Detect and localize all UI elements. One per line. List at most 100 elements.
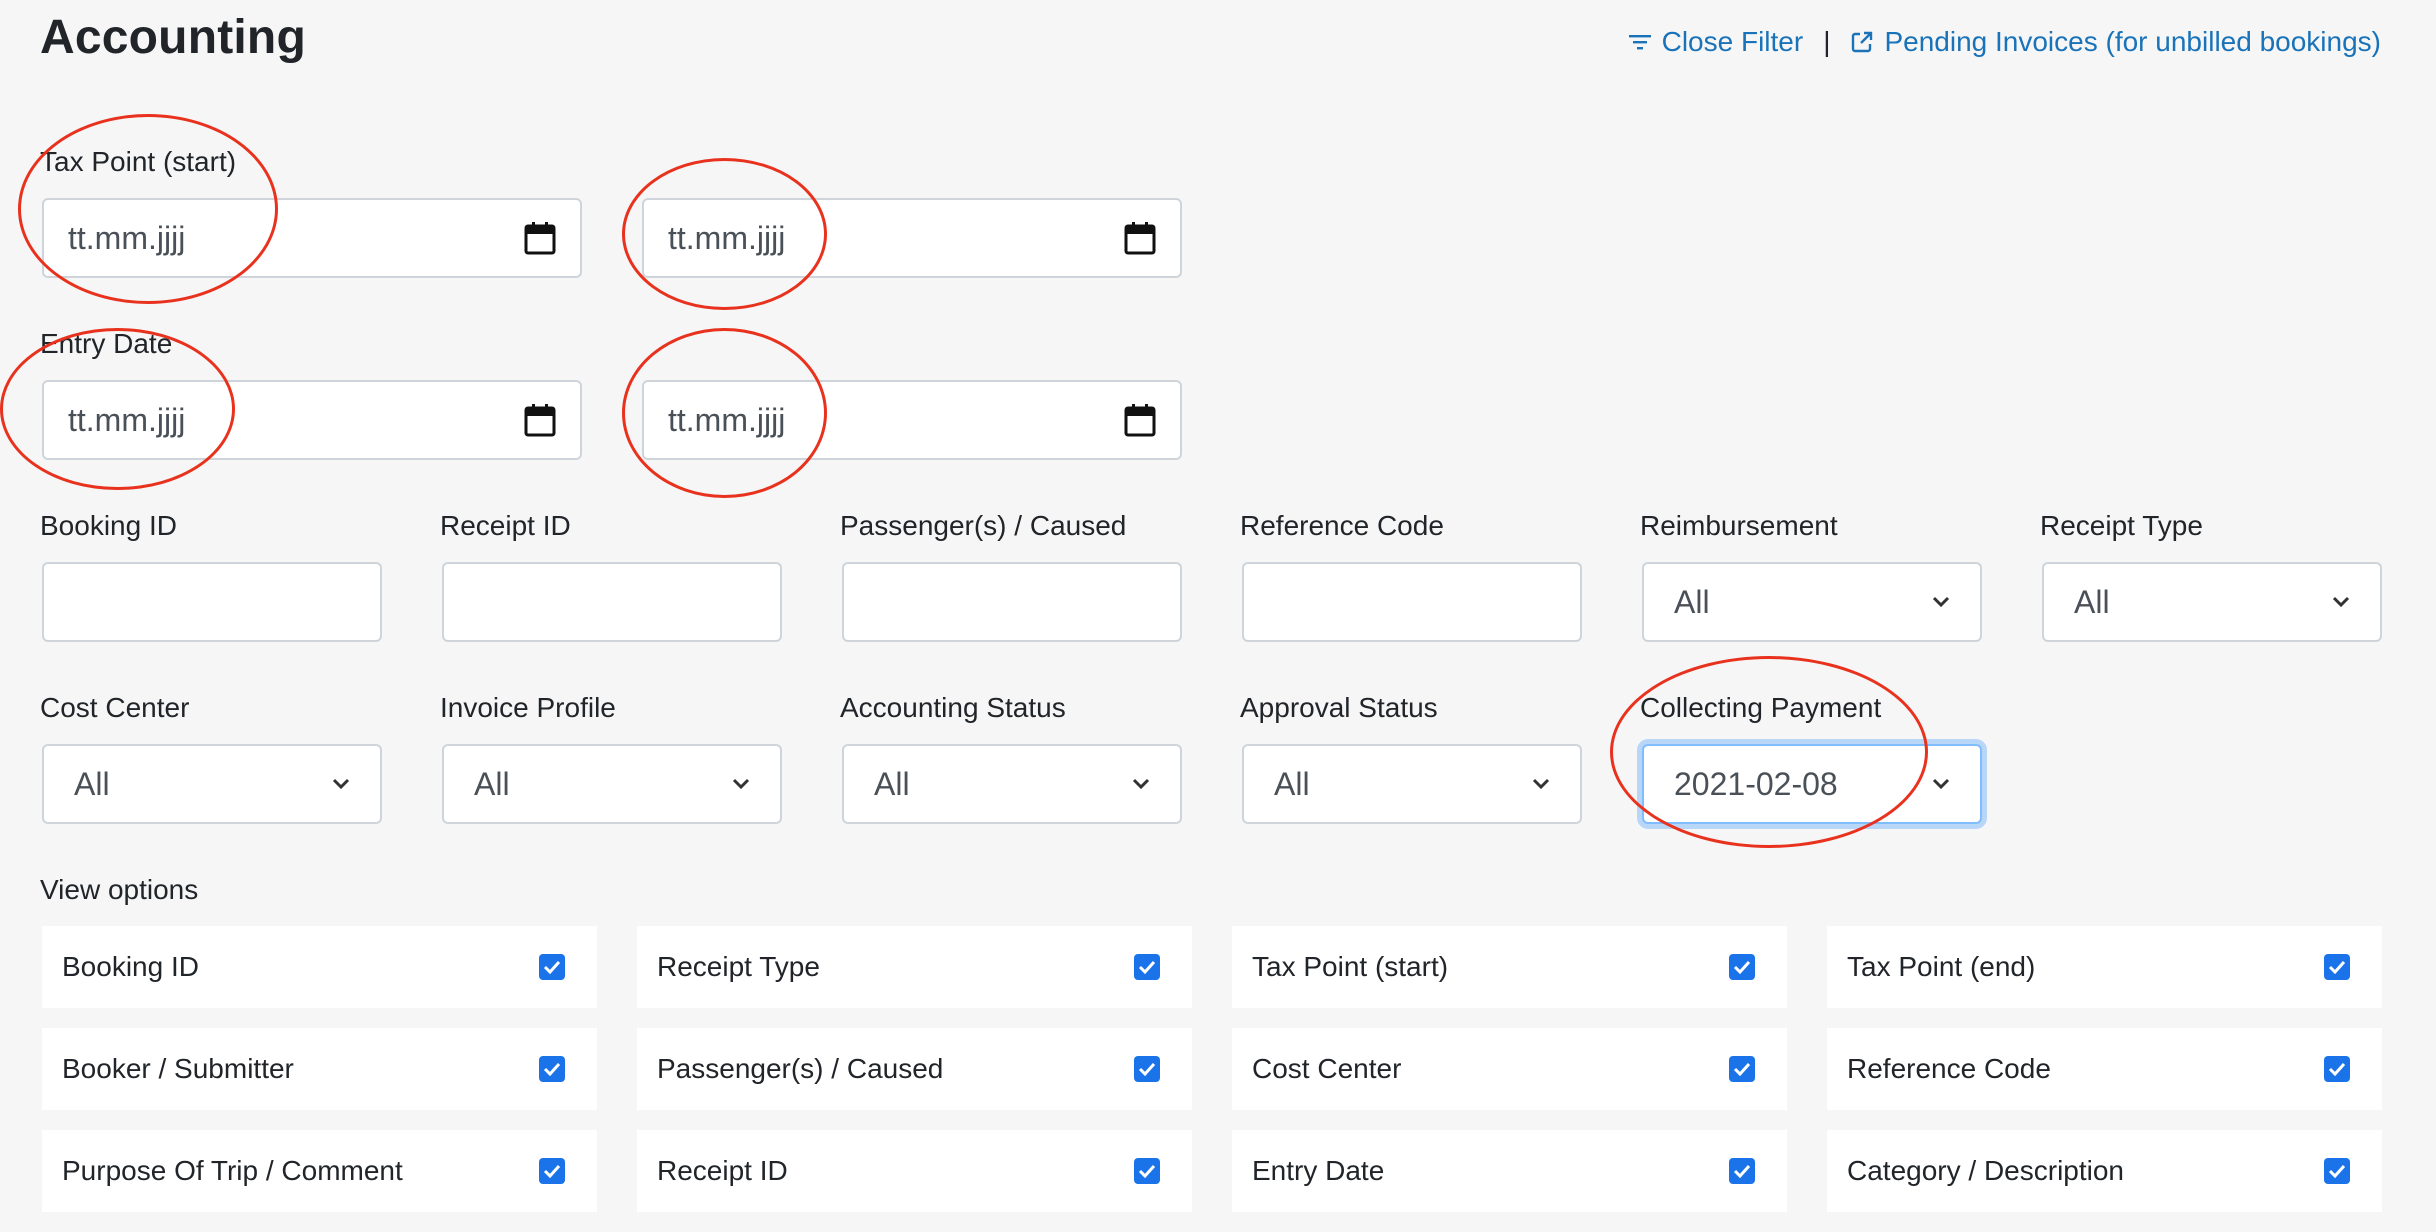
checkmark-icon <box>1138 960 1156 974</box>
view-option-checkbox[interactable] <box>2324 1158 2350 1184</box>
entry-date-label: Entry Date <box>40 328 173 359</box>
view-option-checkbox[interactable] <box>1729 1158 1755 1184</box>
close-filter-link[interactable]: Close Filter <box>1628 26 1804 58</box>
view-option-receipt-type[interactable]: Receipt Type <box>637 926 1192 1008</box>
booking-id-input[interactable] <box>42 562 382 642</box>
booking-id-label: Booking ID <box>40 510 177 541</box>
chevron-down-icon <box>1132 778 1150 790</box>
collecting-payment-label: Collecting Payment <box>1640 692 1882 723</box>
chevron-down-icon <box>1532 778 1550 790</box>
view-option-booking-id[interactable]: Booking ID <box>42 926 597 1008</box>
header-separator: | <box>1823 26 1831 57</box>
calendar-icon[interactable] <box>524 221 556 255</box>
view-option-checkbox[interactable] <box>539 954 565 980</box>
checkmark-icon <box>1733 1164 1751 1178</box>
calendar-icon[interactable] <box>524 403 556 437</box>
view-option-receipt-id[interactable]: Receipt ID <box>637 1130 1192 1212</box>
view-option-label: Category / Description <box>1847 1155 2125 1186</box>
view-option-label: Receipt ID <box>657 1155 788 1186</box>
approval-status-select[interactable]: All <box>1242 744 1582 824</box>
view-option-label: Tax Point (end) <box>1847 951 2036 982</box>
header-links: Close Filter | Pending Invoices (for unb… <box>1628 26 2381 58</box>
checkmark-icon <box>543 1062 561 1076</box>
reference-code-input[interactable] <box>1242 562 1582 642</box>
receipt-type-label: Receipt Type <box>2040 510 2203 541</box>
invoice-profile-value: All <box>474 765 510 802</box>
checkmark-icon <box>543 960 561 974</box>
checkmark-icon <box>2328 960 2346 974</box>
view-option-checkbox[interactable] <box>1729 1056 1755 1082</box>
checkmark-icon <box>1138 1164 1156 1178</box>
view-option-checkbox[interactable] <box>1134 1158 1160 1184</box>
view-option-label: Entry Date <box>1252 1155 1385 1186</box>
collecting-payment-value: 2021-02-08 <box>1674 765 1838 802</box>
accounting-status-select[interactable]: All <box>842 744 1182 824</box>
view-option-passengers[interactable]: Passenger(s) / Caused <box>637 1028 1192 1110</box>
view-option-checkbox[interactable] <box>1729 954 1755 980</box>
tax-point-start-input[interactable]: tt.mm.jjjj <box>42 198 582 278</box>
checkmark-icon <box>2328 1164 2346 1178</box>
view-option-checkbox[interactable] <box>2324 954 2350 980</box>
chevron-down-icon <box>732 778 750 790</box>
collecting-payment-select[interactable]: 2021-02-08 <box>1642 744 1982 824</box>
view-option-cost-center[interactable]: Cost Center <box>1232 1028 1787 1110</box>
tax-point-label: Tax Point (start) <box>40 146 237 177</box>
page-title: Accounting <box>40 11 306 64</box>
chevron-down-icon <box>2332 596 2350 608</box>
calendar-icon[interactable] <box>1124 403 1156 437</box>
view-option-category-description[interactable]: Category / Description <box>1827 1130 2382 1212</box>
chevron-down-icon <box>332 778 350 790</box>
checkmark-icon <box>1138 1062 1156 1076</box>
pending-invoices-link[interactable]: Pending Invoices (for unbilled bookings) <box>1850 26 2381 58</box>
reference-code-label: Reference Code <box>1240 510 1444 541</box>
view-option-checkbox[interactable] <box>2324 1056 2350 1082</box>
cost-center-select[interactable]: All <box>42 744 382 824</box>
cost-center-label: Cost Center <box>40 692 190 723</box>
view-option-label: Purpose Of Trip / Comment <box>62 1155 403 1186</box>
tax-point-end-placeholder: tt.mm.jjjj <box>668 219 786 256</box>
view-option-label: Passenger(s) / Caused <box>657 1053 944 1084</box>
view-option-checkbox[interactable] <box>539 1056 565 1082</box>
reimbursement-label: Reimbursement <box>1640 510 1838 541</box>
invoice-profile-select[interactable]: All <box>442 744 782 824</box>
accounting-status-value: All <box>874 765 910 802</box>
view-option-label: Reference Code <box>1847 1053 2051 1084</box>
chevron-down-icon <box>1932 778 1950 790</box>
view-option-tax-point-end[interactable]: Tax Point (end) <box>1827 926 2382 1008</box>
view-option-purpose-of-trip[interactable]: Purpose Of Trip / Comment <box>42 1130 597 1212</box>
receipt-id-input[interactable] <box>442 562 782 642</box>
view-option-reference-code[interactable]: Reference Code <box>1827 1028 2382 1110</box>
pending-invoices-label: Pending Invoices (for unbilled bookings) <box>1884 26 2381 57</box>
view-option-booker-submitter[interactable]: Booker / Submitter <box>42 1028 597 1110</box>
accounting-status-label: Accounting Status <box>840 692 1066 723</box>
chevron-down-icon <box>1932 596 1950 608</box>
receipt-type-select[interactable]: All <box>2042 562 2382 642</box>
view-option-label: Receipt Type <box>657 951 820 982</box>
checkmark-icon <box>2328 1062 2346 1076</box>
view-option-label: Booking ID <box>62 951 199 982</box>
checkmark-icon <box>1733 1062 1751 1076</box>
view-option-checkbox[interactable] <box>1134 1056 1160 1082</box>
entry-date-start-input[interactable]: tt.mm.jjjj <box>42 380 582 460</box>
calendar-icon[interactable] <box>1124 221 1156 255</box>
external-link-icon <box>1850 30 1874 54</box>
passengers-input[interactable] <box>842 562 1182 642</box>
close-filter-label: Close Filter <box>1661 26 1804 57</box>
tax-point-start-placeholder: tt.mm.jjjj <box>68 219 186 256</box>
view-option-entry-date[interactable]: Entry Date <box>1232 1130 1787 1212</box>
entry-date-end-input[interactable]: tt.mm.jjjj <box>642 380 1182 460</box>
tax-point-end-input[interactable]: tt.mm.jjjj <box>642 198 1182 278</box>
entry-date-start-placeholder: tt.mm.jjjj <box>68 401 186 438</box>
entry-date-end-placeholder: tt.mm.jjjj <box>668 401 786 438</box>
view-option-label: Cost Center <box>1252 1053 1402 1084</box>
view-option-checkbox[interactable] <box>1134 954 1160 980</box>
reimbursement-select[interactable]: All <box>1642 562 1982 642</box>
approval-status-label: Approval Status <box>1240 692 1438 723</box>
receipt-id-label: Receipt ID <box>440 510 571 541</box>
view-option-label: Tax Point (start) <box>1252 951 1449 982</box>
receipt-type-value: All <box>2074 583 2110 620</box>
view-option-checkbox[interactable] <box>539 1158 565 1184</box>
view-option-tax-point-start[interactable]: Tax Point (start) <box>1232 926 1787 1008</box>
checkmark-icon <box>543 1164 561 1178</box>
approval-status-value: All <box>1274 765 1310 802</box>
